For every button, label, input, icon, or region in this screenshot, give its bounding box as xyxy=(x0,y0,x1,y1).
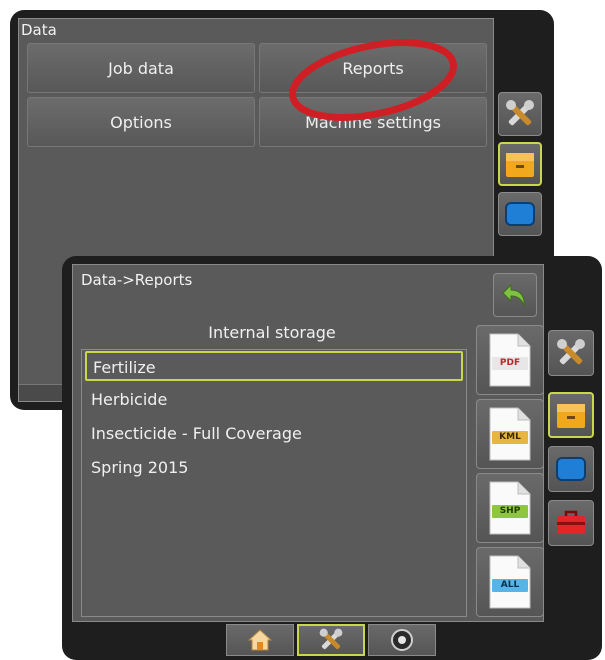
front-content-panel: Data->Reports Internal storage Fertilize… xyxy=(72,264,544,622)
options-button[interactable]: Options xyxy=(27,97,255,147)
front-data-button[interactable] xyxy=(548,392,594,438)
job-data-button[interactable]: Job data xyxy=(27,43,255,93)
all-file-icon: ALL xyxy=(488,554,532,610)
tools-icon xyxy=(557,339,585,365)
display-icon xyxy=(505,202,535,226)
data-drawer-icon xyxy=(506,153,534,177)
front-display-button[interactable] xyxy=(548,446,594,492)
tools-icon xyxy=(319,628,343,650)
kml-file-icon: KML xyxy=(488,406,532,462)
annotation-ring xyxy=(288,39,458,121)
front-toolbox-button[interactable] xyxy=(548,500,594,546)
storage-label: Internal storage xyxy=(208,323,336,342)
front-tools-button[interactable] xyxy=(548,330,594,376)
export-shp-button[interactable]: SHP xyxy=(476,473,544,543)
data-drawer-icon xyxy=(557,404,585,428)
export-all-button[interactable]: ALL xyxy=(476,547,544,617)
back-arrow-icon xyxy=(502,283,525,307)
list-frame xyxy=(81,349,467,617)
back-tools-button[interactable] xyxy=(498,92,542,136)
front-screen-title: Data->Reports xyxy=(81,271,193,289)
shp-file-icon: SHP xyxy=(488,480,532,536)
back-display-button[interactable] xyxy=(498,192,542,236)
display-icon xyxy=(556,457,586,481)
back-data-button[interactable] xyxy=(498,142,542,186)
toolbox-icon xyxy=(557,510,585,534)
export-pdf-button[interactable]: PDF xyxy=(476,325,544,395)
bottom-nav xyxy=(226,624,436,656)
home-button[interactable] xyxy=(226,624,294,656)
home-icon xyxy=(247,629,273,651)
export-kml-button[interactable]: KML xyxy=(476,399,544,469)
back-screen-title: Data xyxy=(21,21,57,39)
tools-nav-button[interactable] xyxy=(297,624,365,656)
camera-icon xyxy=(391,629,413,651)
camera-button[interactable] xyxy=(368,624,436,656)
back-arrow-button[interactable] xyxy=(493,273,537,317)
front-screen: Data->Reports Internal storage Fertilize… xyxy=(62,256,602,660)
tools-icon xyxy=(506,100,534,126)
pdf-file-icon: PDF xyxy=(488,332,532,388)
report-list: Fertilize Herbicide Insecticide - Full C… xyxy=(73,349,471,617)
